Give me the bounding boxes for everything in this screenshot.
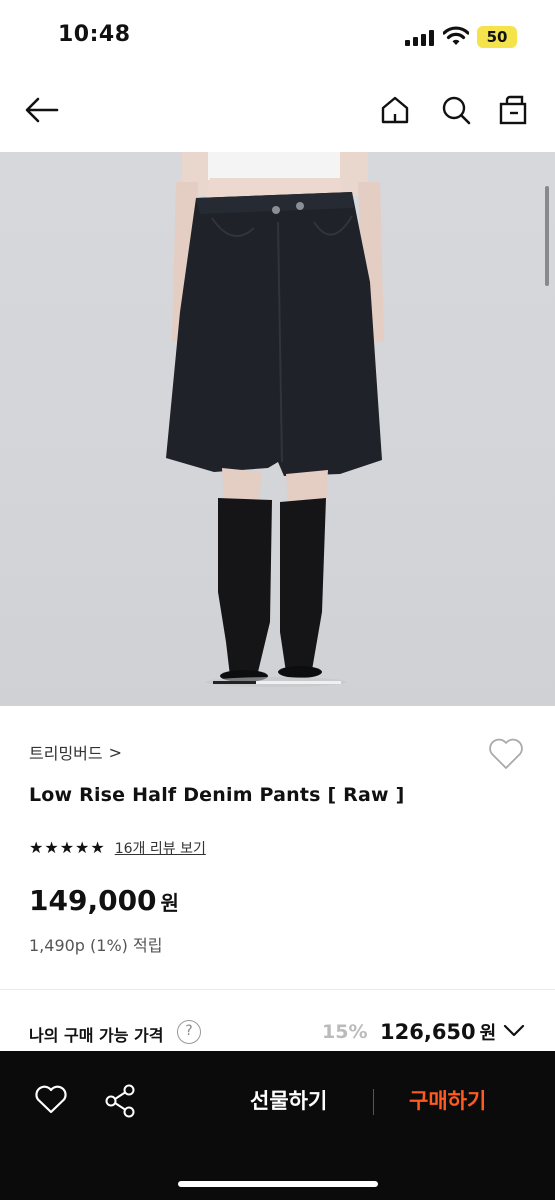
rating-stars: ★ ★ ★ ★ ★	[29, 839, 105, 857]
like-heart-icon[interactable]	[34, 1083, 68, 1117]
gallery-pager	[213, 681, 341, 684]
reviews-link[interactable]: 16개 리뷰 보기	[115, 838, 206, 858]
share-icon[interactable]	[103, 1083, 137, 1119]
product-photo	[166, 152, 384, 687]
star-icon: ★	[59, 838, 75, 857]
star-icon: ★	[75, 838, 90, 857]
shopping-bag-icon	[499, 95, 527, 125]
search-icon	[442, 96, 471, 125]
rating-row: ★ ★ ★ ★ ★ 16개 리뷰 보기	[29, 838, 206, 858]
wifi-icon	[443, 26, 469, 45]
cellular-signal-icon	[405, 30, 435, 46]
my-price-label: 나의 구매 가능 가격	[29, 1026, 164, 1045]
separator	[373, 1089, 374, 1115]
my-price-row[interactable]: 나의 구매 가능 가격 ? 15% 126,650 원	[29, 1018, 529, 1050]
star-icon: ★	[29, 838, 44, 857]
help-icon[interactable]: ?	[177, 1020, 201, 1044]
reward-points: 1,490p (1%) 적립	[29, 936, 163, 955]
home-button[interactable]	[375, 90, 415, 130]
my-price-value: 126,650 원	[380, 1019, 496, 1045]
chevron-right-icon: >	[108, 742, 123, 762]
price-unit: 원	[160, 891, 179, 915]
gallery-scrollbar	[545, 186, 549, 286]
back-button[interactable]	[22, 90, 62, 130]
my-price-amount: 126,650	[380, 1020, 476, 1044]
home-icon	[381, 96, 409, 124]
bottom-action-bar: 선물하기 구매하기	[0, 1051, 555, 1200]
search-button[interactable]	[436, 90, 476, 130]
my-price-unit: 원	[479, 1023, 497, 1044]
divider	[0, 989, 555, 990]
status-time: 10:48	[58, 22, 131, 47]
product-price: 149,000 원	[29, 884, 179, 917]
product-image-gallery[interactable]	[0, 152, 555, 706]
brand-name: 트리밍버드	[29, 744, 103, 763]
chevron-down-icon[interactable]	[503, 1024, 525, 1038]
wishlist-heart-icon[interactable]	[487, 735, 525, 773]
buy-button[interactable]: 구매하기	[409, 1085, 486, 1115]
star-icon: ★	[44, 838, 59, 857]
back-arrow-icon	[25, 97, 59, 123]
star-icon: ★	[90, 838, 105, 857]
gallery-pager-thumb	[213, 681, 256, 684]
top-navigation	[0, 74, 555, 152]
price-value: 149,000	[29, 884, 157, 917]
cart-button[interactable]	[493, 90, 533, 130]
gift-button[interactable]: 선물하기	[250, 1085, 327, 1115]
product-title: Low Rise Half Denim Pants [ Raw ]	[29, 784, 405, 806]
home-indicator[interactable]	[178, 1181, 378, 1187]
battery-icon: 50	[477, 26, 517, 48]
status-bar: 10:48 50	[0, 0, 555, 74]
discount-rate: 15%	[322, 1021, 368, 1043]
brand-link[interactable]: 트리밍버드 >	[29, 740, 122, 764]
